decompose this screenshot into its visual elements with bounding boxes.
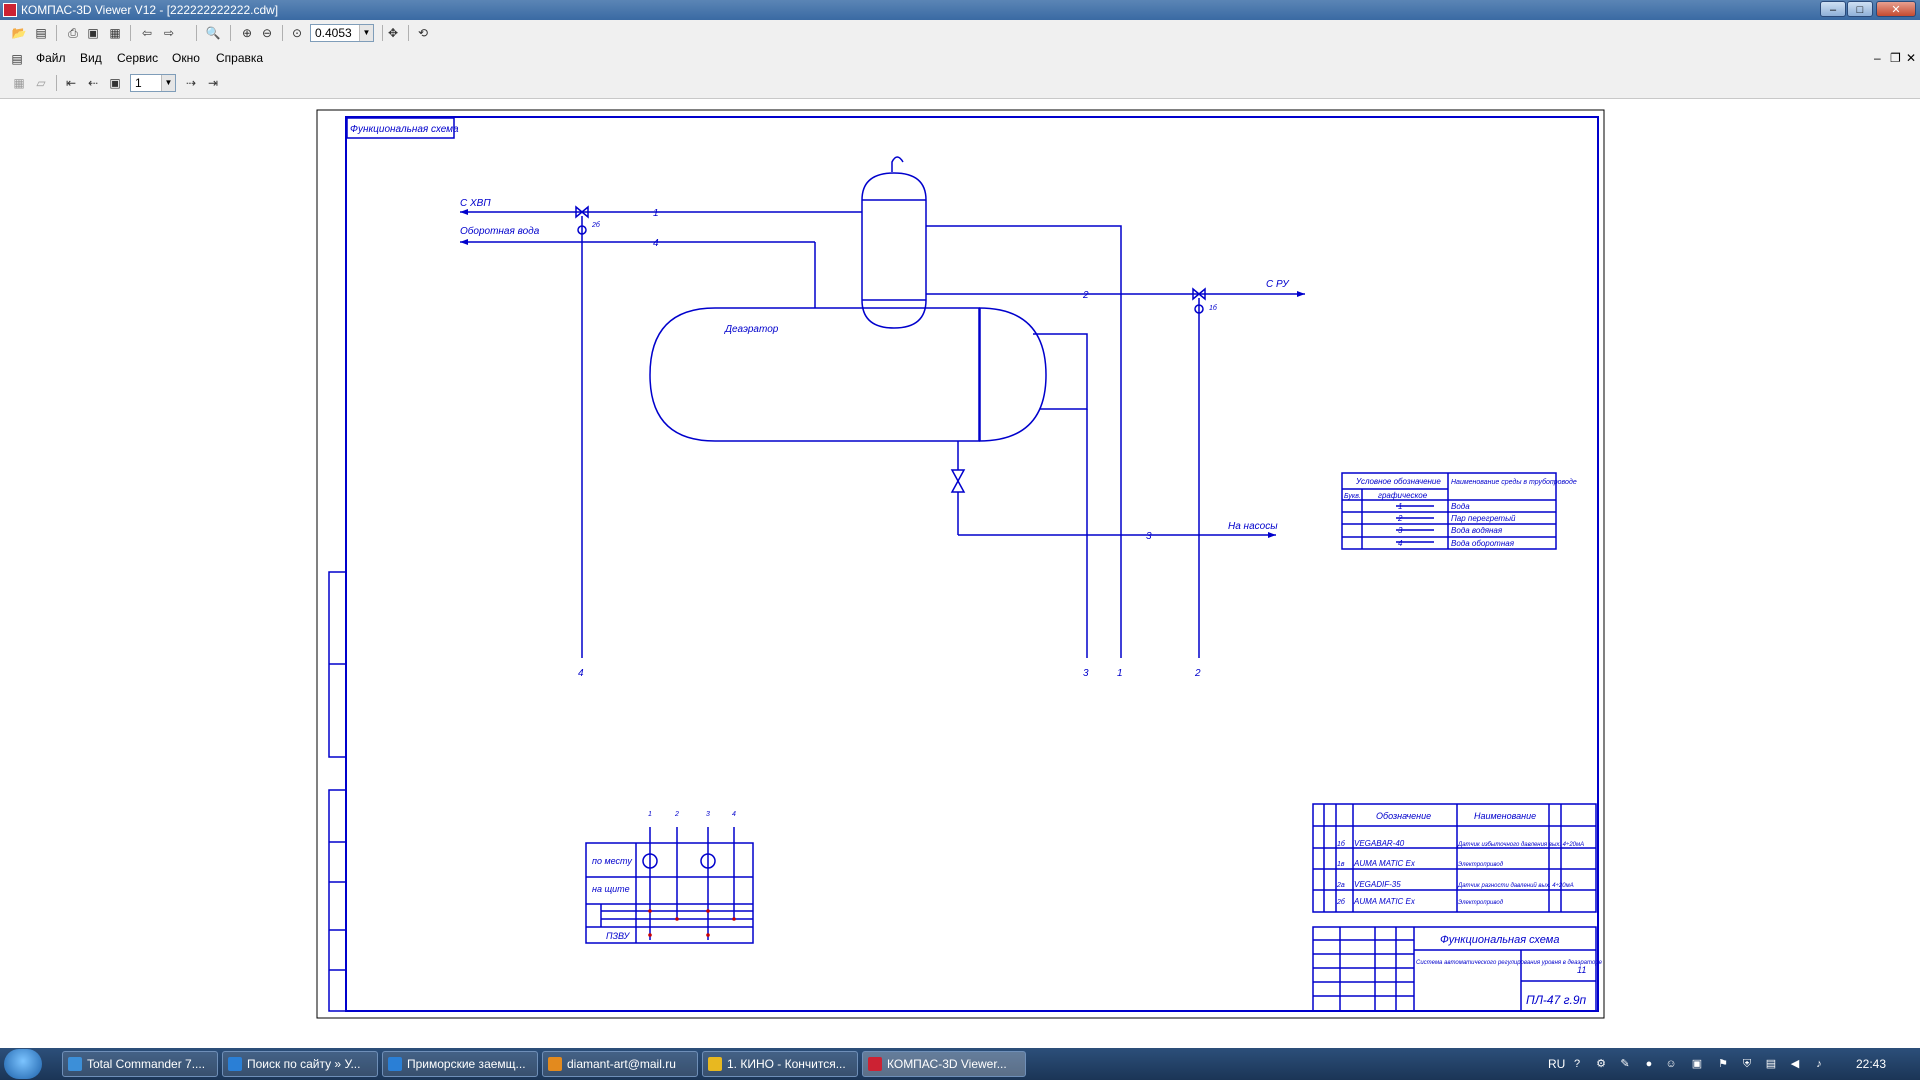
chat-icon[interactable]: ☺ [1664, 1057, 1678, 1071]
legend-row-num: 1 [1398, 502, 1402, 511]
label-to-pumps: На насосы [1228, 521, 1278, 532]
vent-nozzle [891, 156, 904, 172]
frame-border [345, 116, 1599, 1012]
language-indicator[interactable]: RU [1548, 1057, 1565, 1071]
sheet-border [316, 109, 1605, 1019]
title-block-code: ПЛ-47 г.9п [1526, 993, 1587, 1007]
taskbar: Total Commander 7.... Поиск по сайту » У… [0, 1048, 1920, 1080]
music-icon [708, 1057, 722, 1071]
clock[interactable]: 22:43 [1856, 1057, 1886, 1071]
tools-icon[interactable]: ✎ [1618, 1057, 1632, 1071]
instrument-tag-left: 2б [591, 221, 601, 229]
panel-top-number: 2 [674, 811, 679, 818]
panel-top-number: 1 [648, 811, 652, 818]
legend-row-num: 3 [1398, 526, 1403, 535]
drawing-canvas[interactable]: Функциональная схема С ХВП Оборотная вод… [0, 0, 1920, 1080]
label-from-ru: С РУ [1266, 279, 1290, 290]
deaerator-label: Деаэратор [724, 324, 779, 335]
panel-row-local: по месту [592, 856, 632, 866]
taskbar-item-label: КОМПАС-3D Viewer... [887, 1057, 1007, 1071]
taskbar-item-label: Поиск по сайту » У... [247, 1057, 361, 1071]
legend-header-right: Наименование среды в трубопроводе [1451, 478, 1577, 486]
label-from-hvp: С ХВП [460, 198, 491, 209]
pipe-number-4: 4 [653, 238, 659, 249]
taskbar-item-total-commander[interactable]: Total Commander 7.... [62, 1051, 218, 1077]
spec-pos: 1в [1337, 861, 1345, 868]
taskbar-item-kino[interactable]: 1. КИНО - Кончится... [702, 1051, 858, 1077]
legend-row-num: 4 [1398, 539, 1403, 548]
taskbar-item-label: Total Commander 7.... [87, 1057, 206, 1071]
taskbar-item-primorskie[interactable]: Приморские заемщ... [382, 1051, 538, 1077]
pipe-number-2: 2 [1082, 290, 1089, 301]
spec-name: Датчик разности давлений вых. 4÷20мА [1457, 882, 1574, 889]
help-icon[interactable]: ? [1570, 1057, 1584, 1071]
pipe-number-3: 3 [1146, 531, 1152, 542]
bottom-number-3: 3 [1083, 668, 1089, 679]
security-icon[interactable]: ⛨ [1740, 1057, 1754, 1071]
pipe-number-1: 1 [653, 208, 659, 219]
legend-row-num: 2 [1397, 514, 1403, 523]
title-block-sheet-number: 11 [1577, 965, 1586, 975]
legend-row-name: Вода [1451, 502, 1470, 511]
bottom-number-1: 1 [1117, 668, 1123, 679]
start-button[interactable] [4, 1049, 42, 1079]
spec-header-name: Наименование [1474, 811, 1536, 821]
legend-row-name: Вода водяная [1451, 526, 1503, 535]
title-block-subtitle: Система автоматического регулирования ур… [1416, 960, 1603, 966]
spec-code: VEGADIF-35 [1354, 880, 1401, 889]
deaerator-column [861, 172, 927, 329]
taskbar-item-label: Приморские заемщ... [407, 1057, 526, 1071]
corner-stamp-label: Функциональная схема [350, 124, 459, 135]
panel-row-board: на щите [592, 884, 630, 894]
taskbar-item-mail[interactable]: diamant-art@mail.ru [542, 1051, 698, 1077]
spec-name: Электропривод [1458, 900, 1504, 906]
spec-table [1312, 803, 1597, 913]
spec-header-code: Обозначение [1376, 811, 1431, 821]
left-strip-bottom [328, 789, 347, 1012]
title-block-title: Функциональная схема [1440, 934, 1559, 946]
spec-code: AUMA MATIC Ex [1353, 859, 1416, 868]
spec-code: VEGABAR-40 [1354, 839, 1405, 848]
legend-row-name: Пар перегретый [1451, 514, 1516, 523]
settings-icon[interactable]: ⚙ [1594, 1057, 1608, 1071]
legend-header-sub-mid: графическое [1378, 491, 1428, 500]
legend-header-sub-left: Букв. [1344, 493, 1361, 500]
ie-icon [228, 1057, 242, 1071]
spec-code: AUMA MATIC Ex [1353, 897, 1416, 906]
legend-header-left: Условное обозначение [1355, 477, 1441, 486]
spec-pos: 2б [1336, 898, 1346, 906]
panel-top-number: 4 [732, 811, 736, 818]
speaker-icon[interactable]: ♪ [1812, 1057, 1826, 1071]
spec-pos: 1б [1337, 840, 1346, 848]
instrument-tag-right: 1б [1209, 304, 1218, 312]
panel-row-pzvu: ПЗВУ [606, 931, 631, 941]
valve-drain [950, 469, 966, 493]
deaerator-tank [649, 307, 980, 442]
taskbar-item-search[interactable]: Поиск по сайту » У... [222, 1051, 378, 1077]
mail-icon [548, 1057, 562, 1071]
network-status-icon[interactable]: ● [1642, 1057, 1656, 1071]
spec-pos: 2а [1336, 882, 1345, 889]
total-commander-icon [68, 1057, 82, 1071]
spec-name: Датчик избыточного давления вых. 4÷20мА [1457, 842, 1584, 848]
spec-name: Электропривод [1458, 862, 1504, 868]
network-icon[interactable]: ▤ [1764, 1057, 1778, 1071]
volume-icon[interactable]: ◀ [1788, 1057, 1802, 1071]
flag-icon[interactable]: ⚑ [1716, 1057, 1730, 1071]
taskbar-item-label: diamant-art@mail.ru [567, 1057, 676, 1071]
kompas-icon [868, 1057, 882, 1071]
taskbar-item-label: 1. КИНО - Кончится... [727, 1057, 846, 1071]
monitor-icon[interactable]: ▣ [1690, 1057, 1704, 1071]
bottom-number-4: 4 [578, 668, 584, 679]
legend-row-name: Вода оборотная [1451, 539, 1515, 548]
bottom-number-2: 2 [1194, 668, 1201, 679]
taskbar-item-kompas[interactable]: КОМПАС-3D Viewer... [862, 1051, 1026, 1077]
panel-top-number: 3 [706, 811, 710, 818]
label-return-water: Оборотная вода [460, 225, 540, 237]
ie-icon [388, 1057, 402, 1071]
